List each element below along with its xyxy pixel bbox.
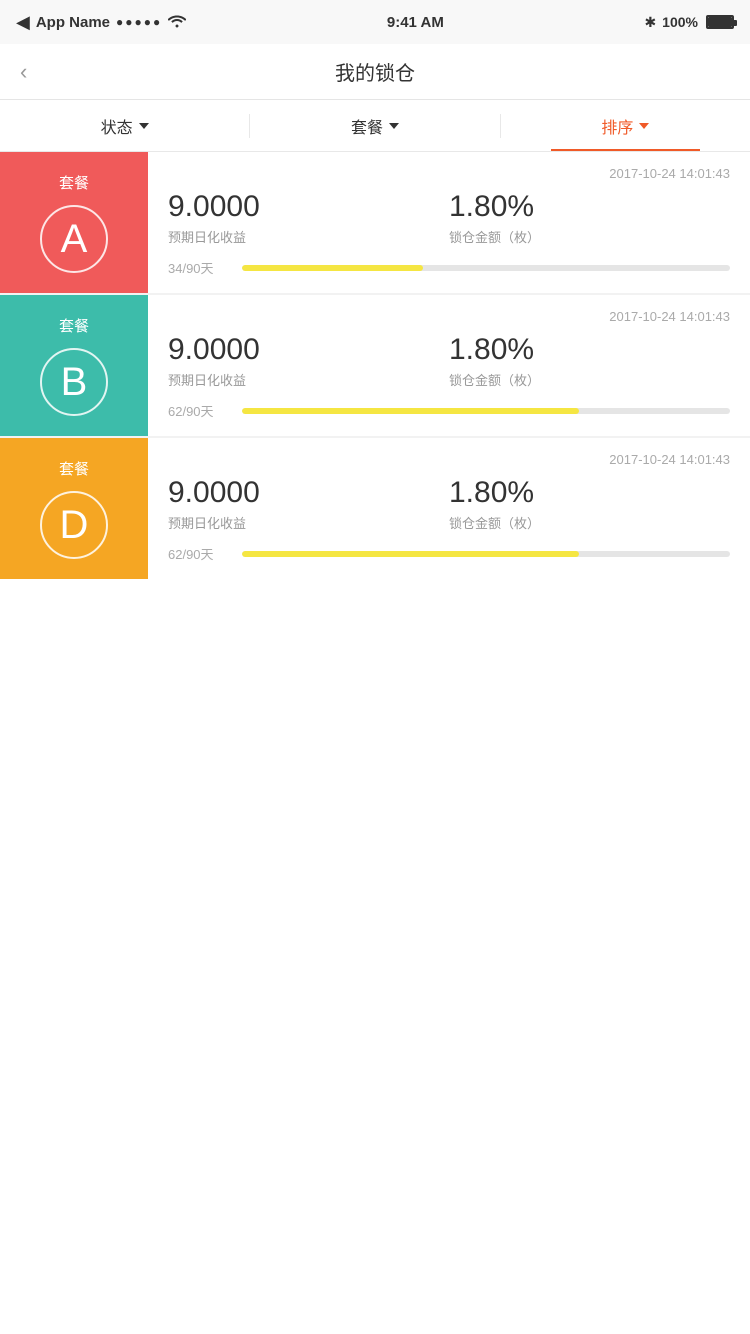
battery-icon: [706, 15, 734, 29]
filter-sort-label: 排序: [601, 114, 633, 138]
filter-status[interactable]: 状态: [0, 100, 249, 151]
card-progress-text-2: 62/90天: [168, 544, 232, 563]
filter-sort-chevron: [639, 123, 649, 129]
card-progress-row-1: 62/90天: [168, 401, 730, 420]
card-badge-circle-0: A: [40, 205, 108, 273]
filter-package-label: 套餐: [351, 114, 383, 138]
card-value-number-left-2: 9.0000: [168, 475, 449, 511]
card-timestamp-2: 2017-10-24 14:01:43: [168, 452, 730, 467]
card-progress-bg-1: [242, 408, 730, 414]
status-right: ✱ 100%: [644, 14, 734, 31]
card-value-right-2: 1.80% 锁仓金额（枚）: [449, 475, 730, 532]
status-left: ◀ App Name ●●●●●: [16, 12, 186, 33]
card-progress-fill-2: [242, 551, 579, 557]
filter-status-label: 状态: [101, 114, 133, 138]
card-badge-0: 套餐 A: [0, 152, 148, 293]
status-wifi-icon: [168, 14, 186, 31]
card-value-number-left-1: 9.0000: [168, 332, 449, 368]
card-value-label-left-2: 预期日化收益: [168, 513, 449, 532]
card-value-left-0: 9.0000 预期日化收益: [168, 189, 449, 246]
status-bar: ◀ App Name ●●●●● 9:41 AM ✱ 100%: [0, 0, 750, 44]
card-value-label-left-1: 预期日化收益: [168, 370, 449, 389]
card-timestamp-1: 2017-10-24 14:01:43: [168, 309, 730, 324]
card-list: 套餐 A 2017-10-24 14:01:43 9.0000 预期日化收益 1…: [0, 152, 750, 579]
card-value-right-1: 1.80% 锁仓金额（枚）: [449, 332, 730, 389]
card-badge-label-1: 套餐: [59, 315, 89, 336]
card-timestamp-0: 2017-10-24 14:01:43: [168, 166, 730, 181]
status-bluetooth-icon: ✱: [644, 14, 656, 31]
card-content-1: 2017-10-24 14:01:43 9.0000 预期日化收益 1.80% …: [148, 295, 750, 436]
card-badge-circle-2: D: [40, 491, 108, 559]
card-content-0: 2017-10-24 14:01:43 9.0000 预期日化收益 1.80% …: [148, 152, 750, 293]
card-badge-label-0: 套餐: [59, 172, 89, 193]
card-badge-circle-1: B: [40, 348, 108, 416]
filter-package[interactable]: 套餐: [250, 100, 499, 151]
card-progress-fill-1: [242, 408, 579, 414]
filter-sort[interactable]: 排序: [501, 100, 750, 151]
card-badge-1: 套餐 B: [0, 295, 148, 436]
card-values-1: 9.0000 预期日化收益 1.80% 锁仓金额（枚）: [168, 332, 730, 389]
card-item-1[interactable]: 套餐 B 2017-10-24 14:01:43 9.0000 预期日化收益 1…: [0, 295, 750, 436]
card-value-label-right-2: 锁仓金额（枚）: [449, 513, 730, 532]
filter-package-chevron: [389, 123, 399, 129]
card-value-number-right-0: 1.80%: [449, 189, 730, 225]
filter-bar: 状态 套餐 排序: [0, 100, 750, 152]
card-value-number-left-0: 9.0000: [168, 189, 449, 225]
card-value-left-2: 9.0000 预期日化收益: [168, 475, 449, 532]
status-signal-dots: ●●●●●: [116, 15, 162, 29]
card-progress-text-1: 62/90天: [168, 401, 232, 420]
card-progress-row-2: 62/90天: [168, 544, 730, 563]
filter-status-chevron: [139, 123, 149, 129]
card-value-right-0: 1.80% 锁仓金额（枚）: [449, 189, 730, 246]
status-app-name: App Name: [36, 14, 110, 31]
card-item-2[interactable]: 套餐 D 2017-10-24 14:01:43 9.0000 预期日化收益 1…: [0, 438, 750, 579]
nav-title: 我的锁仓: [335, 57, 415, 86]
card-item-0[interactable]: 套餐 A 2017-10-24 14:01:43 9.0000 预期日化收益 1…: [0, 152, 750, 293]
card-badge-2: 套餐 D: [0, 438, 148, 579]
card-progress-text-0: 34/90天: [168, 258, 232, 277]
card-values-2: 9.0000 预期日化收益 1.80% 锁仓金额（枚）: [168, 475, 730, 532]
card-progress-row-0: 34/90天: [168, 258, 730, 277]
nav-bar: ‹ 我的锁仓: [0, 44, 750, 100]
card-progress-bg-0: [242, 265, 730, 271]
card-content-2: 2017-10-24 14:01:43 9.0000 预期日化收益 1.80% …: [148, 438, 750, 579]
card-value-left-1: 9.0000 预期日化收益: [168, 332, 449, 389]
card-value-number-right-2: 1.80%: [449, 475, 730, 511]
card-value-number-right-1: 1.80%: [449, 332, 730, 368]
card-badge-label-2: 套餐: [59, 458, 89, 479]
nav-back-button[interactable]: ‹: [20, 59, 27, 85]
card-value-label-left-0: 预期日化收益: [168, 227, 449, 246]
status-back-icon: ◀: [16, 12, 30, 33]
card-progress-bg-2: [242, 551, 730, 557]
card-value-label-right-0: 锁仓金额（枚）: [449, 227, 730, 246]
card-value-label-right-1: 锁仓金额（枚）: [449, 370, 730, 389]
status-battery: 100%: [662, 14, 698, 30]
status-time: 9:41 AM: [387, 14, 444, 31]
card-values-0: 9.0000 预期日化收益 1.80% 锁仓金额（枚）: [168, 189, 730, 246]
card-progress-fill-0: [242, 265, 423, 271]
